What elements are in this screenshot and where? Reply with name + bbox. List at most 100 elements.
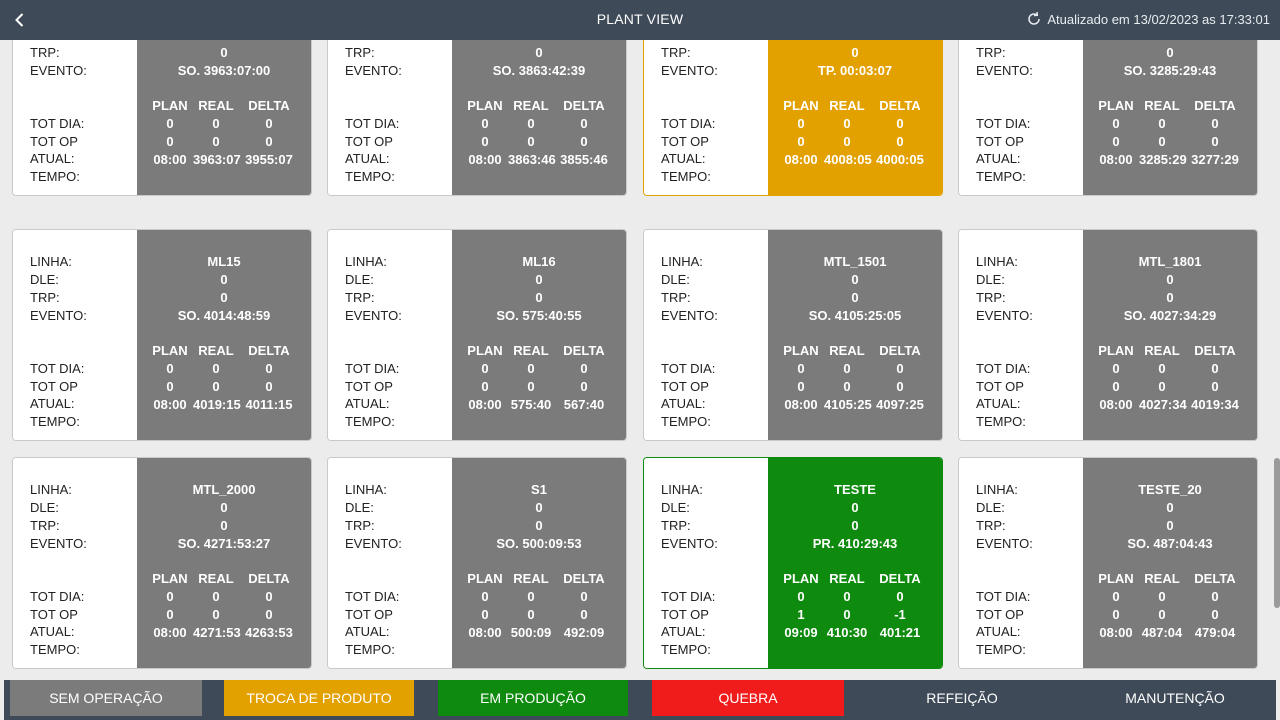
tot-dia-value: 0 bbox=[1158, 116, 1166, 131]
trp-value: 0 bbox=[1166, 518, 1174, 533]
column-header-delta: DELTA bbox=[563, 98, 605, 113]
tot-op-value: 0 bbox=[843, 134, 851, 149]
line-card[interactable]: LINHA: DLE: TRP: EVENTO: TOT DIA: TOT OP ATUAL… bbox=[643, 457, 943, 669]
dle-value: 0 bbox=[1166, 272, 1174, 287]
line-card[interactable]: LINHA: DLE: TRP: EVENTO: TOT DIA: TOT OP ATUAL… bbox=[12, 229, 312, 441]
label-tot-op: TOT OP bbox=[30, 379, 78, 394]
atual-value: 487:04 bbox=[1141, 625, 1183, 640]
scrollbar[interactable] bbox=[1274, 458, 1280, 608]
label-tot-op: TOT OP bbox=[345, 607, 393, 622]
label-linha: LINHA: bbox=[661, 254, 703, 269]
card-labels: LINHA: DLE: TRP: EVENTO: TOT DIA: TOT OP ATUAL… bbox=[644, 230, 768, 440]
tot-dia-value: 0 bbox=[166, 361, 174, 376]
label-evento: EVENTO: bbox=[345, 308, 402, 323]
atual-value: 4105:25 bbox=[824, 397, 872, 412]
legend-item[interactable]: MANUTENÇÃO bbox=[1080, 680, 1270, 716]
label-atual: ATUAL: bbox=[976, 396, 1021, 411]
label-dle: DLE: bbox=[345, 272, 374, 287]
atual-value: 492:09 bbox=[563, 625, 605, 640]
legend-item[interactable]: QUEBRA bbox=[652, 680, 844, 716]
card-labels: LINHA: DLE: TRP: EVENTO: TOT DIA: TOT OP ATUAL… bbox=[328, 230, 452, 440]
atual-value: 410:30 bbox=[826, 625, 868, 640]
tot-op-value: 0 bbox=[265, 379, 273, 394]
tot-dia-value: 0 bbox=[265, 589, 273, 604]
label-tempo: TEMPO: bbox=[661, 169, 711, 184]
legend-item[interactable]: EM PRODUÇÃO bbox=[438, 680, 628, 716]
label-trp: TRP: bbox=[976, 518, 1006, 533]
tot-op-value: 0 bbox=[580, 379, 588, 394]
tot-op-value: 0 bbox=[166, 607, 174, 622]
tot-op-value: 0 bbox=[843, 607, 851, 622]
column-header-plan: PLAN bbox=[783, 343, 819, 358]
refresh-status[interactable]: Atualizado em 13/02/2023 as 17:33:01 bbox=[1026, 11, 1270, 27]
label-evento: EVENTO: bbox=[661, 308, 718, 323]
label-tot-op: TOT OP bbox=[976, 134, 1024, 149]
tot-op-value: 0 bbox=[1211, 134, 1219, 149]
tot-dia-value: 0 bbox=[797, 361, 805, 376]
tot-op-value: 0 bbox=[527, 134, 535, 149]
line-card[interactable]: LINHA: DLE: TRP: EVENTO: TOT DIA: TOT OP ATUAL… bbox=[327, 457, 627, 669]
atual-value: 08:00 bbox=[468, 397, 502, 412]
label-tot-dia: TOT DIA: bbox=[661, 361, 716, 376]
trp-value: 0 bbox=[851, 45, 859, 60]
label-linha: LINHA: bbox=[30, 482, 72, 497]
tot-dia-value: 0 bbox=[212, 116, 220, 131]
line-card[interactable]: LINHA: DLE: TRP: EVENTO: TOT DIA: TOT OP ATUAL… bbox=[643, 229, 943, 441]
label-atual: ATUAL: bbox=[976, 624, 1021, 639]
line-name: ML16 bbox=[522, 254, 556, 269]
label-tot-dia: TOT DIA: bbox=[976, 116, 1031, 131]
atual-value: 08:00 bbox=[784, 397, 818, 412]
label-dle: DLE: bbox=[30, 500, 59, 515]
legend-item[interactable]: REFEIÇÃO bbox=[866, 680, 1058, 716]
tot-op-value: 0 bbox=[896, 134, 904, 149]
dle-value: 0 bbox=[1166, 500, 1174, 515]
tot-dia-value: 0 bbox=[481, 589, 489, 604]
atual-value: 4271:53 bbox=[193, 625, 241, 640]
atual-value: 08:00 bbox=[153, 625, 187, 640]
legend-item[interactable]: SEM OPERAÇÃO bbox=[10, 680, 202, 716]
label-tempo: TEMPO: bbox=[30, 642, 80, 657]
label-tempo: TEMPO: bbox=[30, 169, 80, 184]
atual-value: 4019:15 bbox=[193, 397, 241, 412]
column-header-plan: PLAN bbox=[152, 571, 188, 586]
atual-value: 3963:07 bbox=[193, 152, 241, 167]
line-card[interactable]: LINHA: DLE: TRP: EVENTO: TOT DIA: TOT OP ATUAL… bbox=[958, 457, 1258, 669]
label-atual: ATUAL: bbox=[661, 624, 706, 639]
label-evento: EVENTO: bbox=[661, 536, 718, 551]
column-header-real: REAL bbox=[513, 571, 549, 586]
tot-op-value: 0 bbox=[265, 134, 273, 149]
tot-op-value: 0 bbox=[166, 379, 174, 394]
trp-value: 0 bbox=[535, 518, 543, 533]
event-value: SO. 3963:07:00 bbox=[177, 63, 271, 78]
label-trp: TRP: bbox=[30, 290, 60, 305]
tot-dia-value: 0 bbox=[896, 589, 904, 604]
column-header-plan: PLAN bbox=[467, 98, 503, 113]
label-linha: LINHA: bbox=[976, 482, 1018, 497]
atual-value: 3277:29 bbox=[1191, 152, 1239, 167]
label-linha: LINHA: bbox=[661, 482, 703, 497]
line-card[interactable]: LINHA: DLE: TRP: EVENTO: TOT DIA: TOT OP ATUAL… bbox=[327, 229, 627, 441]
label-tot-dia: TOT DIA: bbox=[345, 361, 400, 376]
line-card[interactable]: LINHA: DLE: TRP: EVENTO: TOT DIA: TOT OP ATUAL… bbox=[958, 229, 1258, 441]
tot-op-value: 0 bbox=[527, 607, 535, 622]
tot-op-value: 0 bbox=[481, 134, 489, 149]
legend-item[interactable]: TROCA DE PRODUTO bbox=[224, 680, 414, 716]
trp-value: 0 bbox=[1166, 290, 1174, 305]
card-labels: LINHA: DLE: TRP: EVENTO: TOT DIA: TOT OP ATUAL… bbox=[959, 458, 1083, 668]
tot-dia-value: 0 bbox=[580, 589, 588, 604]
label-tempo: TEMPO: bbox=[345, 642, 395, 657]
tot-dia-value: 0 bbox=[527, 116, 535, 131]
tot-dia-value: 0 bbox=[265, 116, 273, 131]
tot-dia-value: 0 bbox=[797, 589, 805, 604]
line-name: S1 bbox=[531, 482, 547, 497]
label-evento: EVENTO: bbox=[30, 536, 87, 551]
label-tot-dia: TOT DIA: bbox=[30, 361, 85, 376]
label-trp: TRP: bbox=[30, 518, 60, 533]
column-header-real: REAL bbox=[829, 343, 865, 358]
tot-op-value: -1 bbox=[894, 607, 906, 622]
label-tempo: TEMPO: bbox=[345, 169, 395, 184]
atual-value: 09:09 bbox=[784, 625, 818, 640]
line-name: MTL_1801 bbox=[1138, 254, 1202, 269]
tot-dia-value: 0 bbox=[265, 361, 273, 376]
line-card[interactable]: LINHA: DLE: TRP: EVENTO: TOT DIA: TOT OP ATUAL… bbox=[12, 457, 312, 669]
